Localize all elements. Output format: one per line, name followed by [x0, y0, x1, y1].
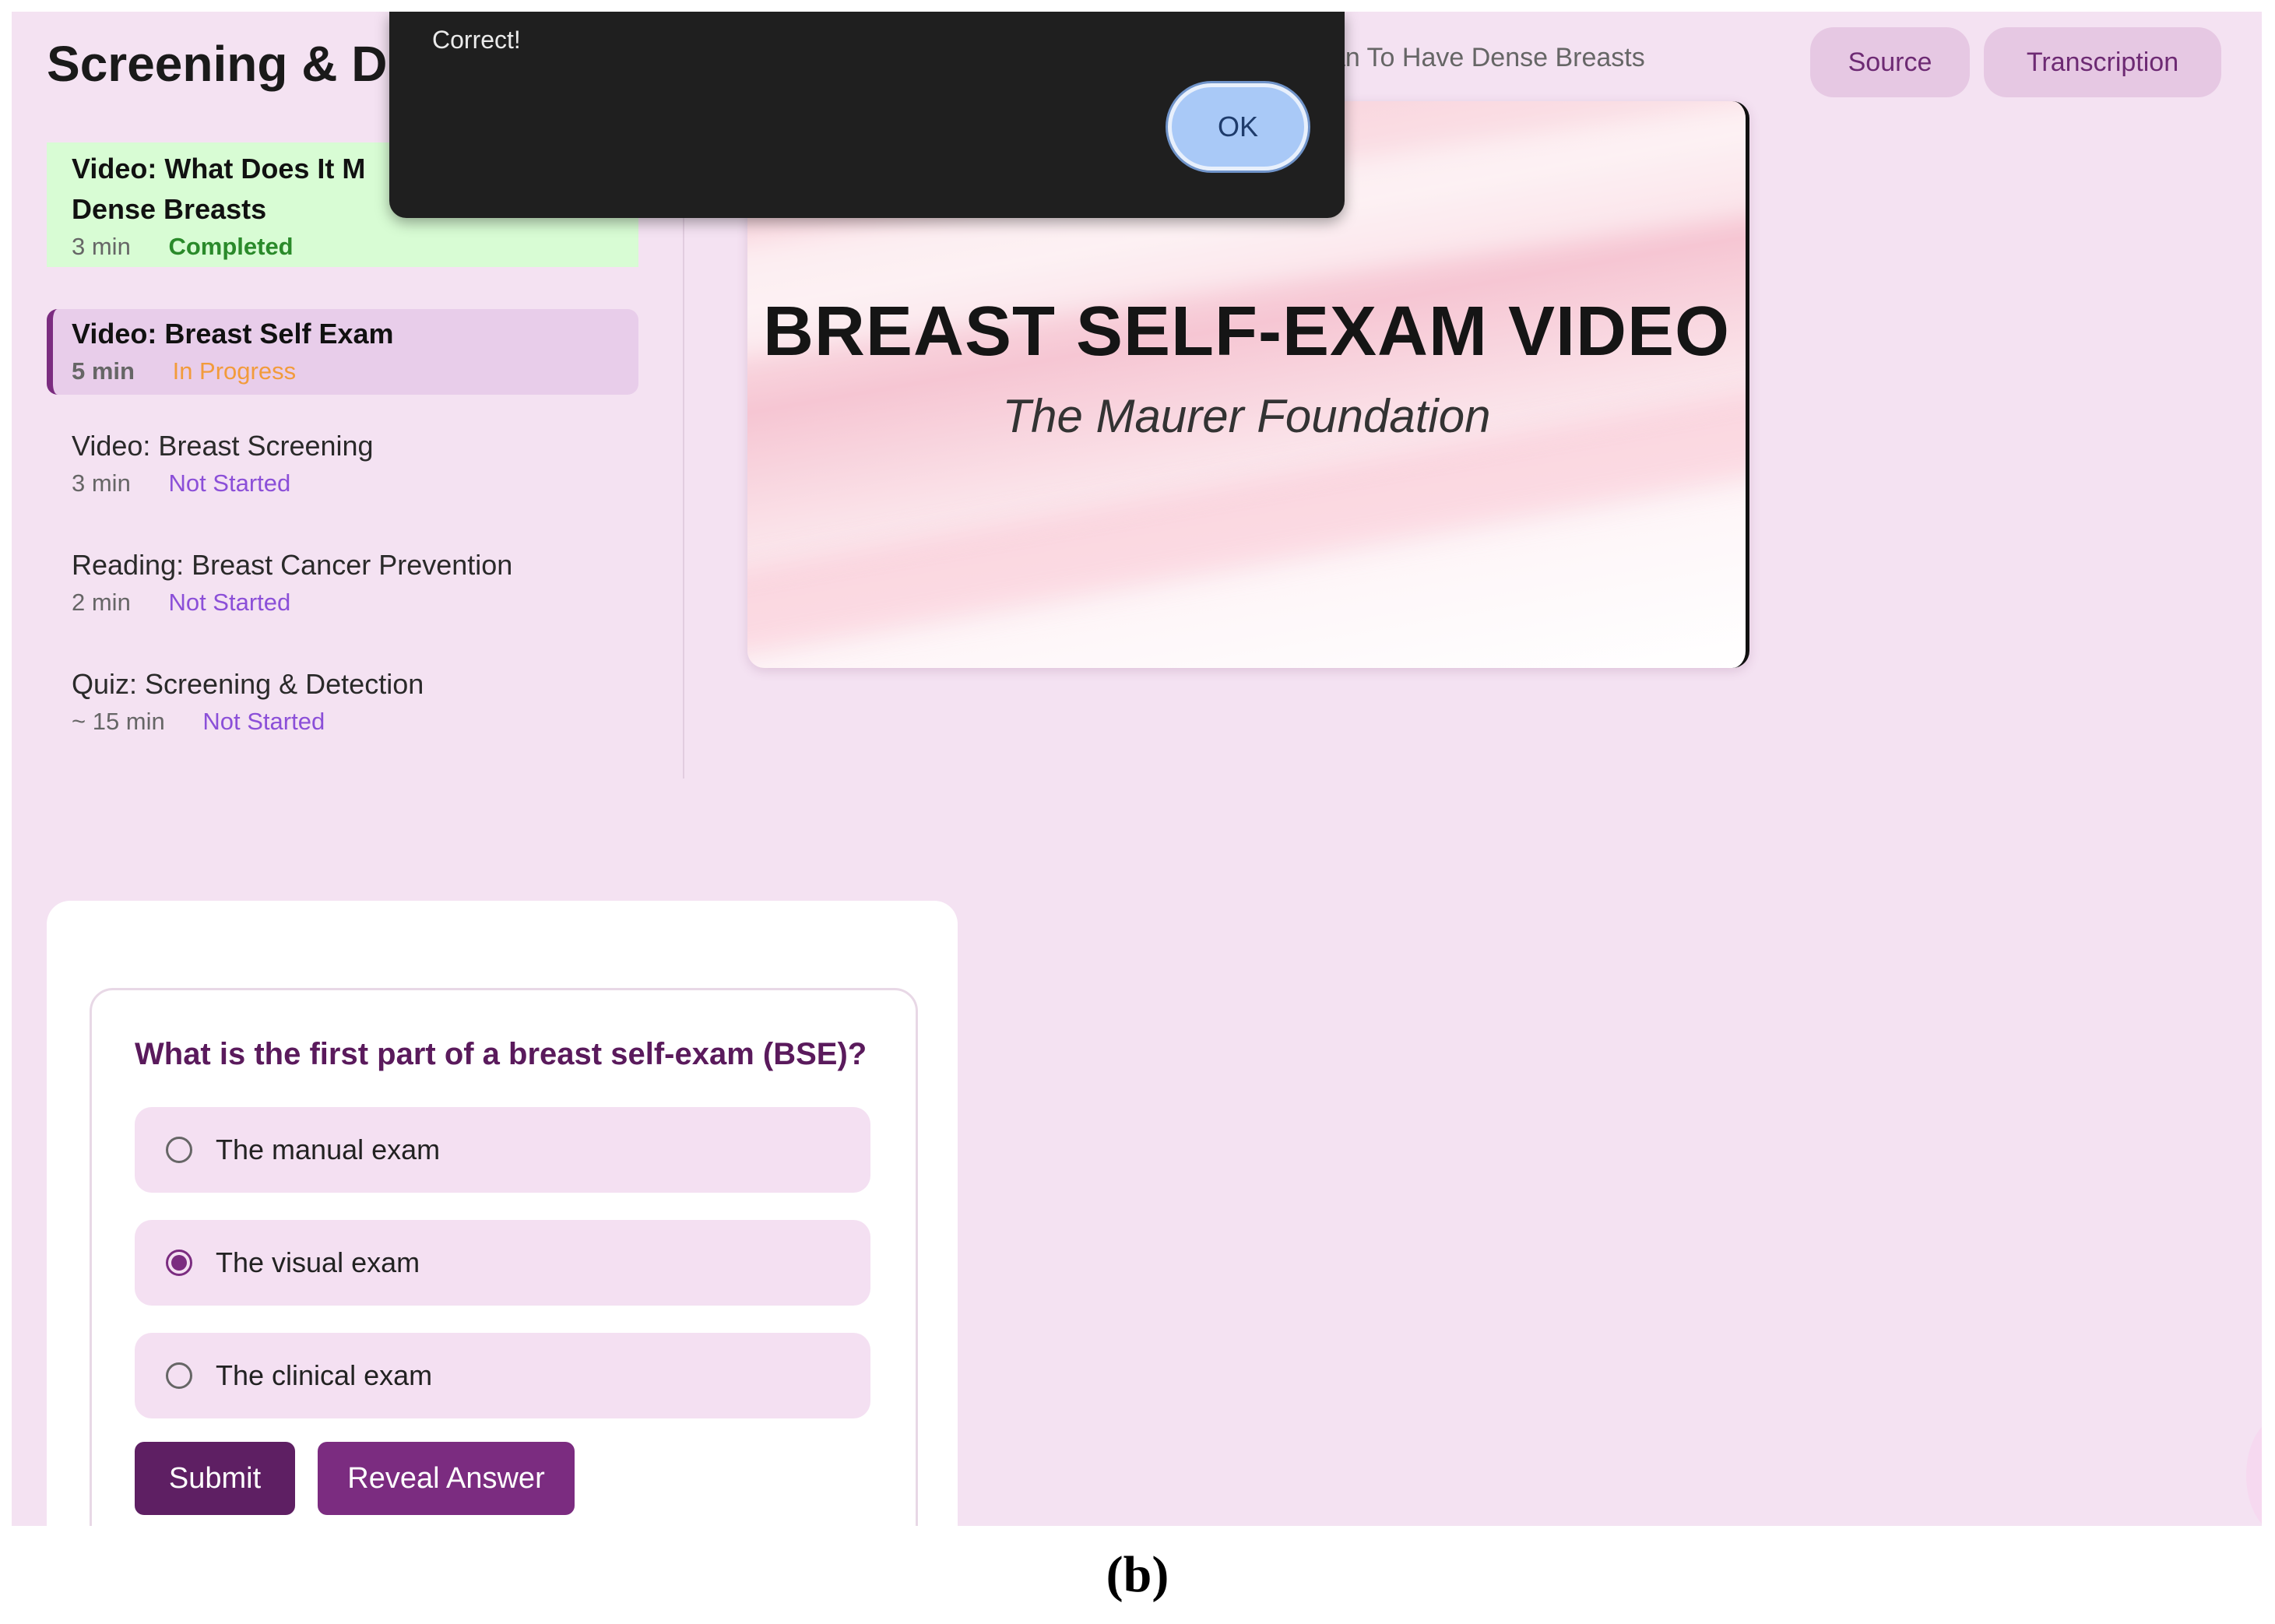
quiz-option-manual[interactable]: The manual exam — [135, 1107, 870, 1193]
lesson-title-line2: Dense Breasts — [72, 193, 267, 225]
status-badge: Completed — [168, 233, 294, 260]
option-label: The visual exam — [216, 1246, 420, 1278]
app-window: Screening & D ean To Have Dense Breasts … — [12, 12, 2262, 1526]
quiz-option-visual[interactable]: The visual exam — [135, 1220, 870, 1306]
quiz-question: What is the first part of a breast self-… — [135, 1037, 867, 1071]
alert-dialog: Correct! OK — [389, 12, 1345, 218]
sidebar-item-breast-screening[interactable]: Video: Breast Screening 3 min Not Starte… — [72, 426, 663, 497]
status-badge: Not Started — [168, 469, 291, 497]
alert-message: Correct! — [432, 26, 521, 54]
lesson-duration: 3 min — [72, 233, 131, 260]
transcription-button[interactable]: Transcription — [1984, 27, 2221, 97]
status-badge: In Progress — [172, 357, 297, 385]
radio-button-selected[interactable] — [166, 1250, 192, 1276]
quiz-card: What is the first part of a breast self-… — [47, 901, 958, 1526]
lesson-duration: 5 min — [72, 357, 135, 385]
video-subtitle: The Maurer Foundation — [1002, 390, 1491, 442]
source-button[interactable]: Source — [1810, 27, 1970, 97]
lesson-title: Video: Breast Self Exam — [72, 318, 394, 350]
ok-button[interactable]: OK — [1168, 83, 1308, 170]
radio-button[interactable] — [166, 1362, 192, 1389]
page-title: Screening & D — [47, 36, 388, 92]
lesson-duration: 3 min — [72, 469, 131, 497]
status-badge: Not Started — [202, 708, 325, 735]
radio-button[interactable] — [166, 1137, 192, 1163]
floating-action-button[interactable] — [2246, 1417, 2262, 1526]
lesson-title: Video: Breast Screening — [72, 430, 374, 462]
reveal-answer-button[interactable]: Reveal Answer — [318, 1442, 575, 1515]
lesson-title: Video: What Does It M — [72, 153, 366, 185]
sidebar-item-screening-quiz[interactable]: Quiz: Screening & Detection ~ 15 min Not… — [72, 664, 663, 736]
option-label: The clinical exam — [216, 1359, 433, 1391]
lesson-duration: ~ 15 min — [72, 708, 165, 735]
lesson-title: Quiz: Screening & Detection — [72, 668, 424, 700]
quiz-question-panel: What is the first part of a breast self-… — [90, 988, 918, 1526]
submit-button[interactable]: Submit — [135, 1442, 295, 1515]
video-title: BREAST SELF-EXAM VIDEO — [762, 293, 1731, 371]
figure-caption: (b) — [1106, 1546, 1169, 1603]
breadcrumb: ean To Have Dense Breasts — [1316, 43, 1645, 72]
lesson-duration: 2 min — [72, 589, 131, 616]
lesson-title: Reading: Breast Cancer Prevention — [72, 549, 513, 581]
sidebar-item-breast-self-exam[interactable]: Video: Breast Self Exam 5 min In Progres… — [47, 309, 638, 395]
option-label: The manual exam — [216, 1134, 441, 1165]
sidebar-item-cancer-prevention[interactable]: Reading: Breast Cancer Prevention 2 min … — [72, 545, 663, 617]
lesson-sidebar: Video: What Does It M Dense Breasts 3 mi… — [12, 128, 684, 779]
status-badge: Not Started — [168, 589, 291, 616]
quiz-option-clinical[interactable]: The clinical exam — [135, 1333, 870, 1418]
